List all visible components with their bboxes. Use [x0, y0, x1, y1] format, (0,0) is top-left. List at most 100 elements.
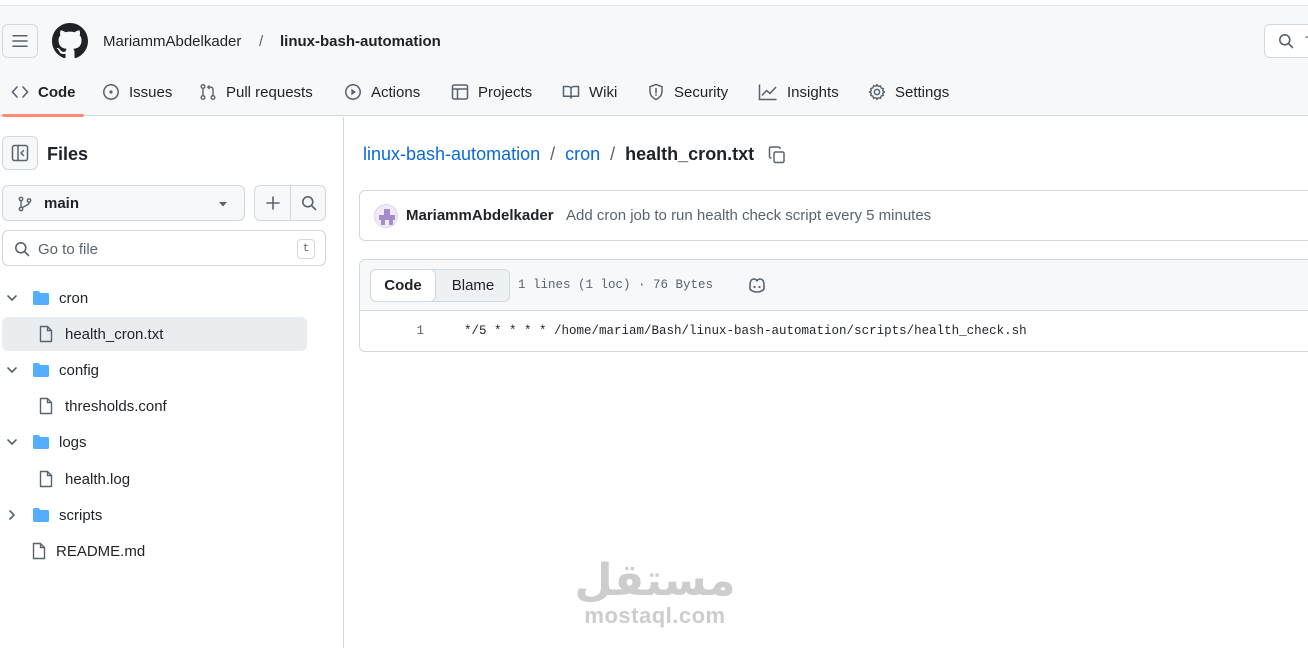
- shortcut-key-badge: t: [297, 239, 315, 259]
- graph-icon: [758, 84, 777, 101]
- tree-item-label: logs: [59, 433, 87, 451]
- file-stats: 1 lines (1 loc) · 76 Bytes: [518, 278, 714, 292]
- file-icon: [39, 397, 53, 415]
- tree-folder-scripts[interactable]: scripts: [6, 498, 306, 532]
- tab-wiki[interactable]: Wiki: [562, 68, 617, 116]
- add-file-button[interactable]: [255, 186, 291, 220]
- commit-author-link[interactable]: MariammAbdelkader: [406, 207, 554, 224]
- breadcrumb-repo-link[interactable]: linux-bash-automation: [363, 144, 540, 165]
- identicon-icon: [379, 209, 395, 225]
- search-icon: [15, 242, 30, 257]
- tab-label: Wiki: [589, 83, 618, 101]
- tree-item-label: health.log: [65, 470, 131, 488]
- plus-icon: [266, 196, 280, 210]
- tree-file-thresholds[interactable]: thresholds.conf: [2, 389, 307, 423]
- breadcrumb-separator: /: [550, 144, 556, 164]
- search-files-button[interactable]: [291, 186, 327, 220]
- tree-item-label: README.md: [56, 542, 146, 560]
- tree-item-label: config: [59, 361, 100, 379]
- tab-label: Issues: [129, 83, 173, 101]
- code-line[interactable]: 1 */5 * * * * /home/mariam/Bash/linux-ba…: [360, 311, 1308, 351]
- hamburger-icon: [12, 34, 28, 48]
- repo-tabs: Code Issues Pull requests Actions Projec…: [0, 68, 1000, 116]
- issue-opened-icon: [103, 84, 119, 100]
- folder-icon: [33, 363, 49, 377]
- tree-item-label: thresholds.conf: [65, 397, 167, 415]
- owner-repo-separator: /: [259, 33, 264, 50]
- tree-folder-cron[interactable]: cron: [6, 281, 306, 315]
- line-number[interactable]: 1: [400, 324, 424, 338]
- tab-label: Insights: [787, 83, 839, 101]
- code-icon: [11, 86, 29, 98]
- tree-item-label: cron: [59, 289, 89, 307]
- collapse-sidebar-button[interactable]: [2, 136, 38, 170]
- tab-actions[interactable]: Actions: [344, 68, 420, 116]
- book-icon: [562, 85, 580, 99]
- tab-label: Security: [674, 83, 729, 101]
- tab-pull-requests[interactable]: Pull requests: [199, 68, 313, 116]
- tab-projects[interactable]: Projects: [451, 68, 532, 116]
- repo-name-link[interactable]: linux-bash-automation: [280, 33, 441, 50]
- git-pull-request-icon: [200, 84, 216, 100]
- file-tree-sidebar: Files main t cron health_cron.txt config…: [0, 117, 344, 648]
- repo-header: MariammAbdelkader / linux-bash-automatio…: [0, 6, 1308, 117]
- breadcrumb-current-file: health_cron.txt: [625, 144, 755, 164]
- play-icon: [345, 84, 361, 100]
- copy-path-button[interactable]: [768, 145, 786, 164]
- tree-folder-logs[interactable]: logs: [6, 425, 306, 459]
- menu-button[interactable]: [2, 24, 38, 58]
- copilot-button[interactable]: [747, 276, 767, 299]
- search-button[interactable]: T: [1264, 24, 1308, 58]
- table-icon: [451, 84, 469, 100]
- file-icon: [39, 325, 53, 343]
- tab-security[interactable]: Security: [647, 68, 728, 116]
- file-icon: [32, 542, 46, 560]
- blame-view-button[interactable]: Blame: [437, 270, 509, 301]
- tab-insights[interactable]: Insights: [758, 68, 839, 116]
- copy-icon: [768, 145, 785, 163]
- tree-folder-config[interactable]: config: [6, 353, 306, 387]
- folder-icon: [33, 508, 49, 522]
- tab-label: Actions: [371, 83, 421, 101]
- chevron-down-icon: [7, 367, 17, 373]
- tree-file-health-log[interactable]: health.log: [2, 462, 307, 496]
- watermark-latin-text: mostaql.com: [584, 603, 726, 628]
- line-content: */5 * * * * /home/mariam/Bash/linux-bash…: [464, 324, 1027, 338]
- branch-name: main: [44, 195, 80, 212]
- code-view-button[interactable]: Code: [370, 269, 436, 302]
- file-actions-group: [254, 185, 326, 221]
- go-to-file-field[interactable]: t: [2, 230, 326, 266]
- tree-item-label: health_cron.txt: [65, 325, 164, 343]
- tab-label: Settings: [895, 83, 950, 101]
- go-to-file-input[interactable]: [38, 238, 288, 260]
- tree-item-label: scripts: [59, 506, 103, 524]
- tab-code[interactable]: Code: [11, 68, 76, 116]
- breadcrumb-folder-link[interactable]: cron: [565, 144, 600, 165]
- git-branch-icon: [18, 196, 32, 212]
- watermark-logo: مستقل mostaql.com: [572, 558, 738, 628]
- file-header: Code Blame 1 lines (1 loc) · 76 Bytes: [360, 260, 1308, 311]
- avatar[interactable]: [374, 204, 398, 228]
- shield-icon: [649, 83, 663, 101]
- sidebar-collapse-icon: [11, 144, 29, 162]
- tab-settings[interactable]: Settings: [868, 68, 949, 116]
- commit-message-link[interactable]: Add cron job to run health check script …: [566, 207, 931, 224]
- copilot-icon: [749, 278, 765, 293]
- triangle-down-icon: [219, 202, 227, 207]
- sidebar-title: Files: [47, 144, 89, 164]
- file-content-box: Code Blame 1 lines (1 loc) · 76 Bytes 1 …: [359, 259, 1308, 352]
- chevron-right-icon: [9, 510, 15, 520]
- branch-selector[interactable]: main: [2, 185, 245, 221]
- search-icon: [1279, 34, 1294, 49]
- repo-owner-link[interactable]: MariammAbdelkader: [103, 33, 241, 50]
- tree-file-readme[interactable]: README.md: [2, 534, 307, 568]
- tab-label: Pull requests: [226, 83, 313, 101]
- gear-icon: [868, 83, 886, 101]
- tab-label: Projects: [478, 83, 533, 101]
- chevron-down-icon: [7, 295, 17, 301]
- github-logo-icon[interactable]: [52, 23, 88, 59]
- tree-file-health-cron[interactable]: health_cron.txt: [2, 317, 307, 351]
- tab-issues[interactable]: Issues: [102, 68, 172, 116]
- chevron-down-icon: [7, 439, 17, 445]
- breadcrumb: linux-bash-automation / cron / health_cr…: [363, 144, 786, 165]
